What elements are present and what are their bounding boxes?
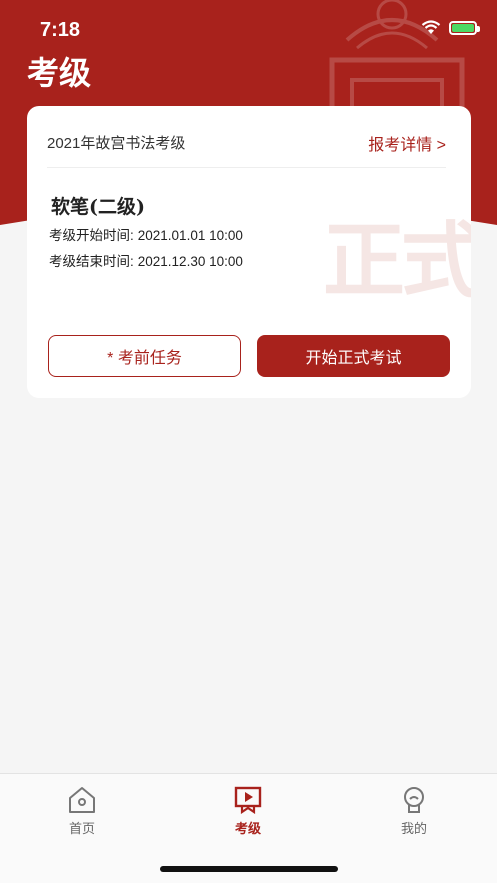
wifi-icon (421, 20, 441, 34)
battery-icon (449, 20, 480, 35)
status-bar: 7:18 (0, 0, 497, 50)
end-time-value: 2021.12.30 10:00 (137, 254, 243, 269)
tab-profile[interactable]: 我的 (374, 786, 454, 837)
status-icons (421, 20, 480, 35)
registration-details-link[interactable]: 报考详情 > (368, 131, 446, 155)
tab-home-label: 首页 (68, 821, 95, 836)
tab-exam-label: 考级 (234, 821, 261, 836)
card-header: 2021年故宫书法考级 报考详情 > (47, 128, 446, 168)
page-title: 考级 (27, 54, 92, 92)
tab-profile-label: 我的 (400, 821, 427, 836)
exam-card: 正式 2021年故宫书法考级 报考详情 > 软笔(二级) 考级开始时间: 2021… (27, 106, 471, 398)
status-time: 7:18 (40, 19, 81, 41)
end-time-row: 考级结束时间: 2021.12.30 10:00 (49, 250, 243, 270)
exam-subject: 软笔(二级) (51, 196, 145, 218)
card-watermark: 正式 (322, 213, 471, 309)
start-time-label: 考级开始时间: (49, 228, 134, 243)
home-icon (69, 787, 95, 813)
tab-home[interactable]: 首页 (42, 786, 122, 837)
start-formal-exam-button[interactable]: 开始正式考试 (257, 335, 450, 377)
exam-play-icon (234, 786, 262, 814)
pre-exam-task-button[interactable]: * 考前任务 (48, 335, 241, 377)
profile-icon (404, 787, 424, 813)
end-time-label: 考级结束时间: (49, 254, 134, 269)
start-time-value: 2021.01.01 10:00 (137, 228, 243, 243)
start-time-row: 考级开始时间: 2021.01.01 10:00 (49, 224, 243, 244)
tab-exam[interactable]: 考级 (208, 786, 288, 837)
exam-name: 2021年故宫书法考级 (47, 135, 186, 152)
home-indicator (160, 866, 338, 872)
